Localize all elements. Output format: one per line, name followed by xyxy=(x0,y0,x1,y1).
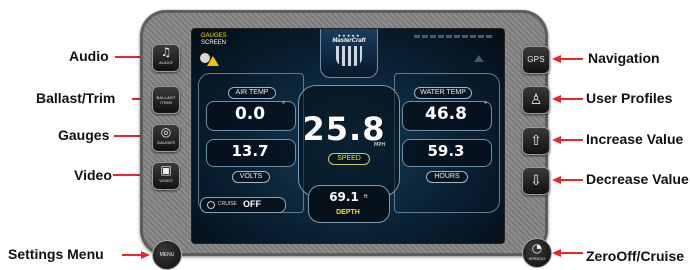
gauges-icon: ◎ xyxy=(160,125,172,139)
corner-accent xyxy=(474,55,484,62)
screen-header: GAUGES SCREEN xyxy=(201,33,227,46)
water-temp-value: 46.8 xyxy=(425,104,467,124)
arrow-up-icon: ⇧ xyxy=(530,133,542,149)
hours-value: 59.3 xyxy=(427,142,465,160)
ballast-icon xyxy=(153,87,179,95)
video-button[interactable]: ▣ VIDEO xyxy=(152,162,180,190)
air-temp-value: 0.0 xyxy=(234,104,266,124)
music-note-icon: ♫ xyxy=(160,45,172,59)
water-temp-unit: ° xyxy=(484,101,487,108)
increase-value-button[interactable]: ⇧ xyxy=(522,127,550,155)
status-bar-indicator xyxy=(414,35,494,38)
depth-label: DEPTH xyxy=(336,209,360,216)
volts-label: VOLTS xyxy=(232,171,270,183)
depth-value: 69.1 xyxy=(329,190,359,204)
depth-unit: ft xyxy=(364,194,368,200)
user-profiles-button[interactable]: ♙ xyxy=(522,86,550,114)
hours-label: HOURS xyxy=(426,171,468,183)
decrease-value-button[interactable]: ⇩ xyxy=(522,167,550,195)
air-temp-unit: ° xyxy=(282,101,285,108)
video-camera-icon: ▣ xyxy=(160,163,172,177)
cruise-icon xyxy=(207,201,215,209)
speedometer-icon: ◔ xyxy=(531,241,543,255)
menu-button[interactable]: MENU xyxy=(152,240,182,270)
water-temp-label: WATER TEMP xyxy=(414,87,472,99)
volts-value: 13.7 xyxy=(231,142,269,160)
speed-unit: MPH xyxy=(374,142,386,148)
brand-emblem xyxy=(336,46,362,66)
audio-button[interactable]: ♫ AUDIO xyxy=(152,44,180,72)
zerooff-cruise-button[interactable]: ◔ SPEEDO xyxy=(522,238,552,268)
warning-icon xyxy=(207,56,219,66)
arrow-down-icon: ⇩ xyxy=(530,173,542,189)
user-profile-icon: ♙ xyxy=(529,92,543,108)
gauges-button[interactable]: ◎ GAUGES xyxy=(152,124,180,152)
air-temp-label: AIR TEMP xyxy=(228,87,276,99)
brand-logo: ★★★★★ MasterCraft xyxy=(320,29,378,78)
cruise-status[interactable]: CRUISE OFF xyxy=(200,197,286,213)
gps-button[interactable]: GPS xyxy=(522,46,550,74)
ballast-trim-button[interactable]: BALLAST /TRIM xyxy=(152,86,180,114)
display-screen: GAUGES SCREEN ★★★★★ MasterCraft AIR TEMP… xyxy=(191,28,505,244)
speed-label: SPEED xyxy=(328,153,370,165)
